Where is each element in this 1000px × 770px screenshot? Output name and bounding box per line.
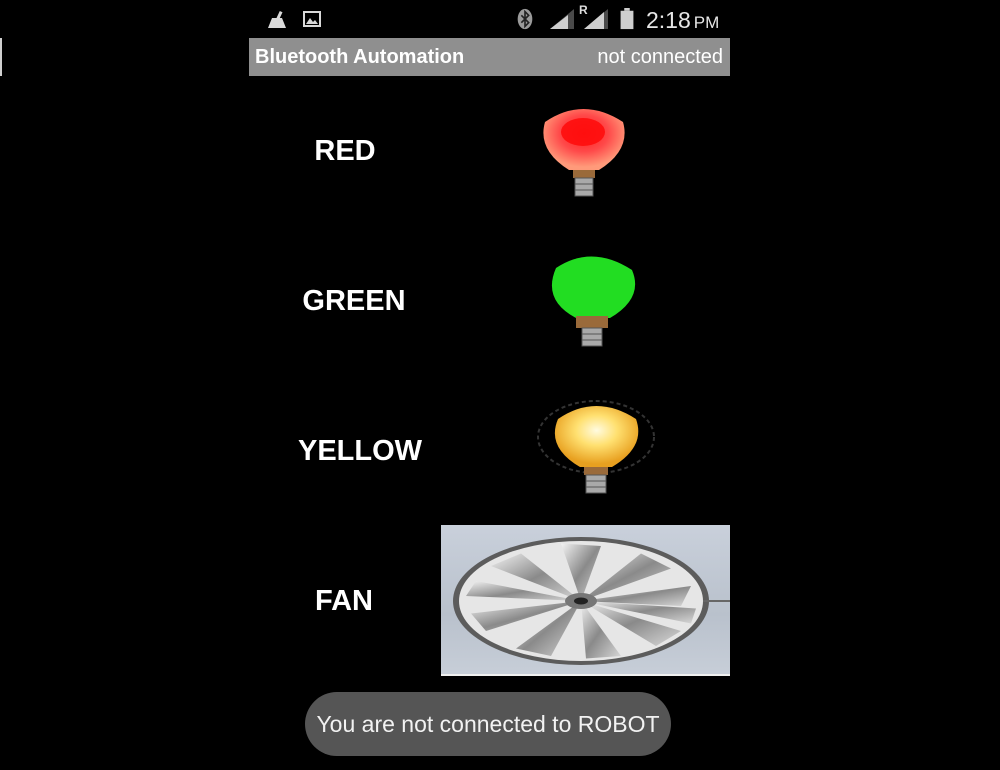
app-bar: Bluetooth Automation not connected [249, 38, 730, 76]
yellow-label: YELLOW [297, 435, 423, 467]
signal-icon [550, 9, 574, 29]
signal-roaming-icon [584, 9, 608, 29]
bluetooth-icon [517, 8, 533, 30]
time-ampm: PM [693, 13, 720, 32]
fan-icon [453, 537, 730, 665]
red-label: RED [314, 135, 376, 167]
green-bulb-icon[interactable] [544, 250, 640, 352]
fan-button[interactable] [441, 525, 730, 676]
status-time: 2:18 PM [646, 7, 719, 34]
toast-notification: You are not connected to ROBOT [305, 692, 671, 756]
left-edge-marker [0, 38, 2, 76]
fan-label: FAN [315, 585, 373, 617]
toast-message: You are not connected to ROBOT [316, 710, 660, 737]
red-bulb-icon[interactable] [535, 100, 631, 200]
connection-status: not connected [597, 46, 723, 68]
time-text: 2:18 [646, 7, 691, 33]
battery-icon [620, 8, 634, 30]
image-icon [303, 11, 321, 27]
yellow-bulb-icon[interactable] [534, 395, 658, 499]
green-label: GREEN [302, 285, 406, 317]
clean-icon [268, 10, 286, 28]
app-title: Bluetooth Automation [255, 46, 465, 68]
